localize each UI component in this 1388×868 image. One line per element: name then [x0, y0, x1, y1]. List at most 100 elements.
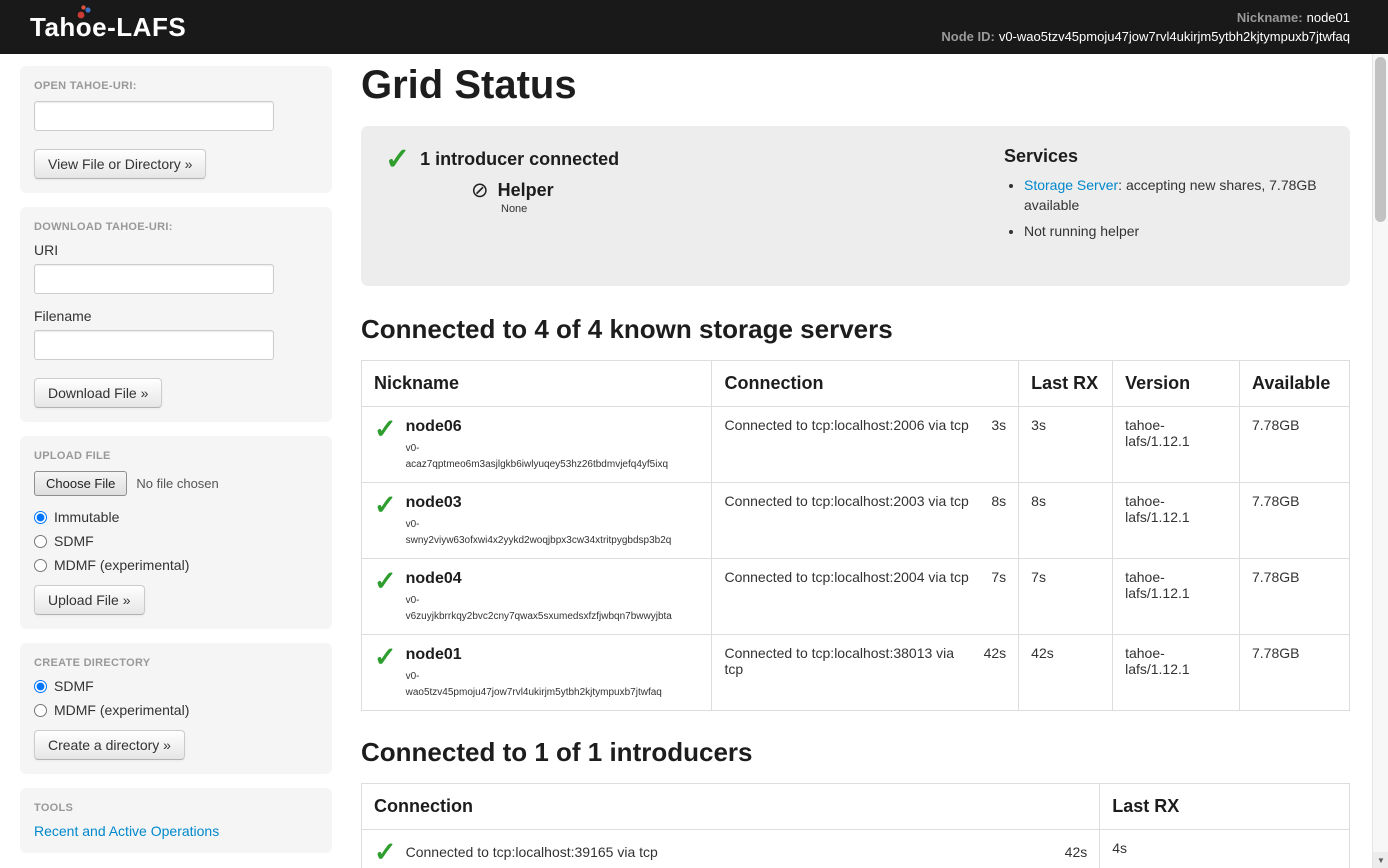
connection-age: 3s — [991, 417, 1006, 433]
create-directory-button[interactable]: Create a directory » — [34, 730, 185, 760]
filename-input[interactable] — [34, 330, 274, 360]
check-icon: ✓ — [385, 146, 410, 173]
create-directory-panel: CREATE DIRECTORY SDMF MDMF (experimental… — [20, 643, 332, 774]
logo-burst-icon — [77, 5, 93, 19]
download-uri-input[interactable] — [34, 264, 274, 294]
tahoe-lafs-logo[interactable]: Tahoe-LAFS — [30, 12, 186, 43]
services-title: Services — [1004, 146, 1322, 167]
services-list: Storage Server: accepting new shares, 7.… — [1004, 175, 1322, 241]
page-title: Grid Status — [361, 63, 1350, 107]
no-file-chosen-text: No file chosen — [136, 476, 218, 491]
grid-summary-well: ✓ 1 introducer connected ⊘ Helper None S… — [361, 126, 1350, 286]
connection-text: Connected to tcp:localhost:39165 via tcp — [406, 844, 1056, 860]
last-rx-cell: 7s — [1019, 559, 1113, 635]
introducers-heading: Connected to 1 of 1 introducers — [361, 737, 1350, 768]
radio-dir-sdmf-input[interactable] — [34, 680, 47, 693]
radio-immutable-label: Immutable — [54, 509, 119, 525]
nickname-value: node01 — [1307, 10, 1350, 25]
sidebar: OPEN TAHOE-URI: View File or Directory »… — [20, 66, 332, 867]
connection-age: 7s — [991, 569, 1006, 585]
table-row: ✓ node04 v0- v6zuyjkbrrkqy2bvc2cny7qwax5… — [362, 559, 1350, 635]
scrollbar-thumb[interactable] — [1375, 57, 1386, 222]
radio-upload-sdmf-input[interactable] — [34, 535, 47, 548]
nickname-cell: ✓ node01 v0- wao5tzv45pmoju47jow7rvl4uki… — [362, 635, 712, 711]
radio-upload-sdmf[interactable]: SDMF — [34, 533, 318, 549]
node-info: Nickname:node01 Node ID:v0-wao5tzv45pmoj… — [941, 8, 1350, 47]
connection-age: 42s — [984, 645, 1007, 677]
radio-immutable-input[interactable] — [34, 511, 47, 524]
vertical-scrollbar[interactable]: ▼ — [1372, 54, 1388, 868]
radio-dir-mdmf-input[interactable] — [34, 704, 47, 717]
radio-dir-sdmf[interactable]: SDMF — [34, 678, 318, 694]
view-file-button[interactable]: View File or Directory » — [34, 149, 206, 179]
storage-servers-table: Nickname Connection Last RX Version Avai… — [361, 360, 1350, 711]
nickname-cell: ✓ node04 v0- v6zuyjkbrrkqy2bvc2cny7qwax5… — [362, 559, 712, 635]
radio-upload-mdmf-label: MDMF (experimental) — [54, 557, 189, 573]
server-node-id: v0- wao5tzv45pmoju47jow7rvl4ukirjm5ytbh2… — [406, 669, 662, 700]
table-row: ✓ node01 v0- wao5tzv45pmoju47jow7rvl4uki… — [362, 635, 1350, 711]
open-uri-input[interactable] — [34, 101, 274, 131]
open-uri-label: OPEN TAHOE-URI: — [34, 80, 318, 92]
create-directory-label: CREATE DIRECTORY — [34, 657, 318, 669]
no-helper-icon: ⊘ — [471, 180, 489, 201]
table-row: ✓ node03 v0- swny2viyw63ofxwi4x2yykd2woq… — [362, 483, 1350, 559]
version-cell: tahoe-lafs/1.12.1 — [1113, 635, 1240, 711]
download-label: DOWNLOAD TAHOE-URI: — [34, 221, 318, 233]
storage-table-header-row: Nickname Connection Last RX Version Avai… — [362, 361, 1350, 407]
connected-check-icon: ✓ — [374, 569, 397, 624]
file-input: Choose File No file chosen — [34, 471, 318, 496]
upload-label: UPLOAD FILE — [34, 450, 318, 462]
available-cell: 7.78GB — [1239, 635, 1349, 711]
last-rx-cell: 4s — [1100, 830, 1350, 868]
col-connection: Connection — [362, 784, 1100, 830]
col-version: Version — [1113, 361, 1240, 407]
upload-panel: UPLOAD FILE Choose File No file chosen I… — [20, 436, 332, 629]
connection-cell: Connected to tcp:localhost:2003 via tcp … — [712, 483, 1019, 559]
introducer-table-header-row: Connection Last RX — [362, 784, 1350, 830]
open-uri-panel: OPEN TAHOE-URI: View File or Directory » — [20, 66, 332, 193]
download-panel: DOWNLOAD TAHOE-URI: URI Filename Downloa… — [20, 207, 332, 422]
upload-file-button[interactable]: Upload File » — [34, 585, 145, 615]
server-nickname: node01 — [406, 645, 662, 664]
radio-dir-sdmf-label: SDMF — [54, 678, 94, 694]
introducer-status-text: 1 introducer connected — [420, 149, 619, 170]
services-panel: Services Storage Server: accepting new s… — [1004, 146, 1326, 270]
table-row: ✓ node06 v0- acaz7qptmeo6m3asjlgkb6iwlyu… — [362, 407, 1350, 483]
storage-servers-heading: Connected to 4 of 4 known storage server… — [361, 314, 1350, 345]
node-id-label: Node ID: — [941, 29, 994, 44]
introducer-status-row: ✓ 1 introducer connected — [385, 146, 1004, 173]
last-rx-cell: 42s — [1019, 635, 1113, 711]
radio-dir-mdmf[interactable]: MDMF (experimental) — [34, 702, 318, 718]
download-file-button[interactable]: Download File » — [34, 378, 162, 408]
connection-text: Connected to tcp:localhost:2006 via tcp — [724, 417, 968, 433]
radio-immutable[interactable]: Immutable — [34, 509, 318, 525]
nickname-cell: ✓ node03 v0- swny2viyw63ofxwi4x2yykd2woq… — [362, 483, 712, 559]
service-item-helper: Not running helper — [1024, 221, 1322, 241]
connected-check-icon: ✓ — [374, 417, 397, 472]
connection-text: Connected to tcp:localhost:38013 via tcp — [724, 645, 975, 677]
radio-upload-mdmf[interactable]: MDMF (experimental) — [34, 557, 318, 573]
storage-server-link[interactable]: Storage Server — [1024, 177, 1118, 193]
filename-field-label: Filename — [34, 308, 318, 324]
last-rx-cell: 3s — [1019, 407, 1113, 483]
helper-detail: None — [501, 203, 1004, 215]
connection-age: 8s — [991, 493, 1006, 509]
connection-cell: ✓ Connected to tcp:localhost:39165 via t… — [362, 830, 1100, 868]
server-nickname: node06 — [406, 417, 668, 436]
col-connection: Connection — [712, 361, 1019, 407]
scroll-down-arrow-icon[interactable]: ▼ — [1373, 852, 1388, 868]
node-id-row: Node ID: v0-wao5tzv45pmoju47jow7rvl4ukirj… — [941, 27, 1350, 47]
helper-service-text: Not running helper — [1024, 223, 1139, 239]
radio-upload-mdmf-input[interactable] — [34, 559, 47, 572]
server-node-id: v0- v6zuyjkbrrkqy2bvc2cny7qwax5sxumedsxf… — [406, 593, 672, 624]
choose-file-button[interactable]: Choose File — [34, 471, 127, 496]
connection-age: 42s — [1065, 844, 1088, 860]
recent-operations-link[interactable]: Recent and Active Operations — [34, 823, 219, 839]
tools-panel: TOOLS Recent and Active Operations — [20, 788, 332, 853]
col-available: Available — [1239, 361, 1349, 407]
col-last-rx: Last RX — [1019, 361, 1113, 407]
helper-status-row: ⊘ Helper — [471, 180, 1004, 201]
connected-check-icon: ✓ — [374, 493, 397, 548]
connected-check-icon: ✓ — [374, 645, 397, 700]
node-id-value: v0-wao5tzv45pmoju47jow7rvl4ukirjm5ytbh2k… — [999, 29, 1350, 44]
